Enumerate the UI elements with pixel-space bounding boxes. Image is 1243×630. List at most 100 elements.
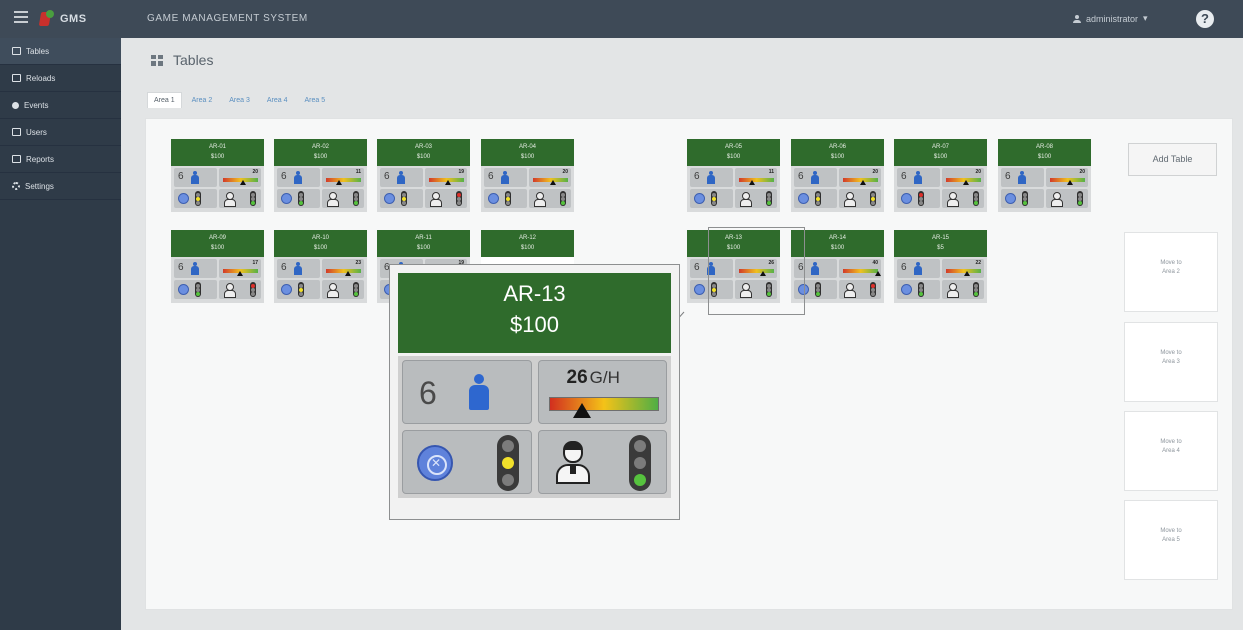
selected-table-outline xyxy=(708,227,805,315)
tab-area-4[interactable]: Area 4 xyxy=(260,92,295,108)
dealer-icon xyxy=(326,192,339,207)
dealer-status-cell xyxy=(528,189,571,208)
card-row-stats: 6 20 xyxy=(481,166,574,187)
traffic-lamp xyxy=(712,201,716,205)
sidebar-item-label: Users xyxy=(26,127,47,137)
tables-panel: Add Table AR-01 $100 6 20 AR-02 $100 6 11 AR-03 $… xyxy=(145,118,1233,610)
rate-gauge-pointer-icon xyxy=(237,271,244,276)
games-per-hour-cell: 23 xyxy=(321,259,364,278)
page-header: Tables xyxy=(151,52,213,68)
move-to-area-target[interactable]: Move to Area 4 xyxy=(1124,411,1218,491)
traffic-lamp xyxy=(299,201,303,205)
traffic-light-icon xyxy=(505,191,511,206)
rate-gauge-bar xyxy=(548,397,659,411)
table-card[interactable]: AR-10 $100 6 23 xyxy=(274,230,367,303)
tab-area-5[interactable]: Area 5 xyxy=(298,92,333,108)
games-per-hour-cell: 20 xyxy=(941,168,984,187)
traffic-lamp xyxy=(196,201,200,205)
table-limit: $100 xyxy=(313,154,328,160)
hamburger-menu-icon[interactable] xyxy=(14,11,28,23)
top-bar: GMS GAME MANAGEMENT SYSTEM administrator… xyxy=(0,0,1243,38)
person-icon xyxy=(1018,171,1026,184)
traffic-light-icon xyxy=(353,191,359,206)
help-icon[interactable]: ? xyxy=(1196,10,1214,28)
players-count: 6 xyxy=(1005,171,1011,182)
table-card[interactable]: AR-05 $100 6 11 xyxy=(687,139,780,212)
table-card[interactable]: AR-09 $100 6 17 xyxy=(171,230,264,303)
chip-status-cell xyxy=(690,189,733,208)
sidebar-item-label: Events xyxy=(24,100,49,110)
dealer-icon xyxy=(843,192,856,207)
players-cell: 6 xyxy=(174,259,217,278)
traffic-lamp xyxy=(919,292,923,296)
card-row-stats: 6 20 xyxy=(894,166,987,187)
app-logo[interactable]: GMS xyxy=(40,8,116,30)
table-card[interactable]: AR-07 $100 6 20 xyxy=(894,139,987,212)
players-count: 6 xyxy=(178,262,184,273)
chip-icon xyxy=(281,284,292,295)
table-card[interactable]: AR-06 $100 6 20 xyxy=(791,139,884,212)
traffic-light-icon xyxy=(298,282,304,297)
traffic-light-icon xyxy=(870,191,876,206)
card-row-status xyxy=(171,278,264,299)
table-name: AR-11 xyxy=(415,235,432,241)
dealer-status-cell xyxy=(424,189,467,208)
traffic-lamp xyxy=(633,440,646,452)
sidebar-item-users[interactable]: Users xyxy=(0,119,121,146)
chip-icon xyxy=(178,193,189,204)
move-to-area-name: Area 4 xyxy=(1162,448,1180,454)
dealer-icon xyxy=(533,192,546,207)
sidebar-item-tables[interactable]: Tables xyxy=(0,38,121,65)
traffic-light-icon xyxy=(298,191,304,206)
add-table-button[interactable]: Add Table xyxy=(1128,143,1217,176)
move-to-area-target[interactable]: Move to Area 5 xyxy=(1124,500,1218,580)
report-icon xyxy=(12,155,21,163)
table-name: AR-04 xyxy=(518,144,536,150)
traffic-light-icon xyxy=(195,282,201,297)
table-card[interactable]: AR-04 $100 6 20 xyxy=(481,139,574,212)
chip-icon xyxy=(384,193,395,204)
table-card[interactable]: AR-02 $100 6 11 xyxy=(274,139,367,212)
dealer-status-cell xyxy=(838,280,881,299)
traffic-light-icon xyxy=(766,191,772,206)
detail-games-per-hour-cell: 26 G/H xyxy=(537,360,667,424)
players-cell: 6 xyxy=(174,168,217,187)
table-card[interactable]: AR-01 $100 6 20 xyxy=(171,139,264,212)
games-per-hour-cell: 22 xyxy=(941,259,984,278)
move-to-area-name: Area 2 xyxy=(1162,269,1180,275)
tab-area-2[interactable]: Area 2 xyxy=(185,92,220,108)
user-menu[interactable]: administrator ▾ xyxy=(1073,13,1148,24)
table-name: AR-08 xyxy=(1035,144,1053,150)
traffic-light-icon xyxy=(711,191,717,206)
sidebar-item-reloads[interactable]: Reloads xyxy=(0,65,121,92)
chip-status-cell xyxy=(277,280,320,299)
sidebar-item-reports[interactable]: Reports xyxy=(0,146,121,173)
person-icon xyxy=(469,374,489,410)
table-name: AR-09 xyxy=(208,235,226,241)
players-count: 6 xyxy=(384,171,390,182)
event-icon xyxy=(12,101,19,109)
table-limit: $100 xyxy=(210,245,225,251)
table-card[interactable]: AR-03 $100 6 19 xyxy=(377,139,470,212)
tab-area-3[interactable]: Area 3 xyxy=(222,92,257,108)
detail-players-count: 6 xyxy=(419,375,437,411)
card-row-stats: 6 17 xyxy=(171,257,264,278)
table-card[interactable]: AR-08 $100 6 20 xyxy=(998,139,1091,212)
table-card[interactable]: AR-15 $5 6 22 xyxy=(894,230,987,303)
table-name: AR-01 xyxy=(208,144,226,150)
traffic-light-icon xyxy=(628,435,651,491)
table-name: AR-03 xyxy=(414,144,432,150)
move-to-area-target[interactable]: Move to Area 2 xyxy=(1124,232,1218,312)
dealer-icon xyxy=(553,441,593,485)
move-to-area-target[interactable]: Move to Area 3 xyxy=(1124,322,1218,402)
rate-gauge-pointer-icon xyxy=(748,180,755,185)
sidebar-item-settings[interactable]: Settings xyxy=(0,173,121,200)
traffic-lamp xyxy=(196,292,200,296)
games-per-hour-value: 20 xyxy=(252,169,258,175)
table-card-header: AR-04 $100 xyxy=(481,139,574,166)
traffic-light-icon xyxy=(918,282,924,297)
sidebar-item-events[interactable]: Events xyxy=(0,92,121,119)
gear-icon xyxy=(12,182,20,190)
rate-gauge-bar xyxy=(325,269,361,273)
tab-area-1[interactable]: Area 1 xyxy=(147,92,182,108)
